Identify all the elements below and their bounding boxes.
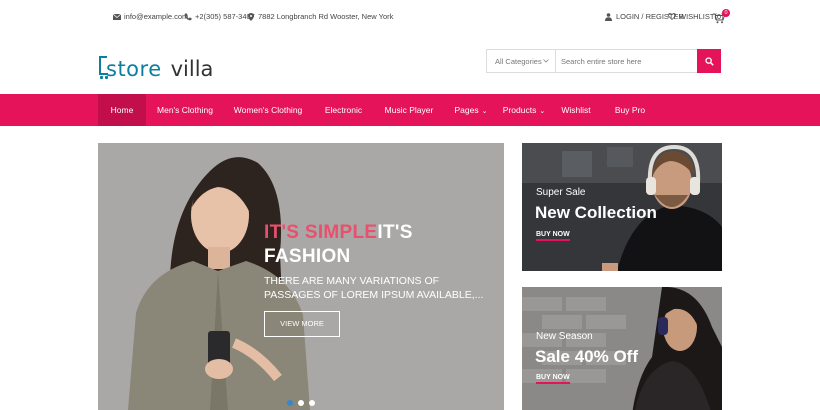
nav-item-wishlist[interactable]: Wishlist — [560, 94, 592, 126]
hero-slider[interactable]: IT'S SIMPLEIT'S FASHION THERE ARE MANY V… — [98, 143, 504, 410]
top-bar: info@example.com +2(305) 587-3407 7882 L… — [0, 0, 820, 36]
banner-2-buy-now-link[interactable]: BUY NOW — [536, 374, 570, 384]
banner-1-kicker: Super Sale — [536, 187, 586, 198]
heart-icon — [667, 12, 676, 21]
envelope-icon — [112, 12, 121, 21]
banner-2-title: Sale 40% Off — [535, 347, 638, 366]
hero-subtitle: THERE ARE MANY VARIATIONS OF PASSAGES OF… — [264, 275, 484, 301]
hero-title-line2: FASHION — [264, 246, 351, 267]
category-select[interactable]: All Categories — [487, 50, 556, 72]
map-pin-icon — [246, 12, 255, 21]
nav-item-products[interactable]: Products ⌄ — [502, 94, 546, 126]
email-text: info@example.com — [124, 12, 189, 21]
banner-2-kicker: New Season — [536, 331, 593, 342]
search-icon — [704, 56, 714, 66]
store-logo[interactable]: store villa — [97, 50, 213, 80]
promo-banner-new-collection[interactable]: Super Sale New Collection BUY NOW — [522, 143, 722, 271]
address-text: 7882 Longbranch Rd Wooster, New York — [258, 12, 394, 21]
nav-item-music-player[interactable]: Music Player — [383, 94, 435, 126]
category-select-value: All Categories — [495, 56, 542, 66]
nav-item-home[interactable]: Home — [98, 94, 146, 126]
address-contact: 7882 Longbranch Rd Wooster, New York — [246, 12, 393, 21]
chevron-down-icon — [543, 59, 549, 63]
phone-icon — [183, 12, 192, 21]
hero-title: IT'S SIMPLEIT'S FASHION — [264, 221, 413, 269]
search-input[interactable] — [556, 50, 697, 72]
slider-dot-1[interactable] — [287, 400, 293, 406]
chevron-down-icon: ⌄ — [481, 108, 488, 115]
main-navigation: Home Men's Clothing Women's Clothing Ele… — [0, 94, 820, 126]
user-icon — [604, 12, 613, 21]
cart-count-badge: 0 — [722, 9, 730, 17]
logo-text-villa: villa — [170, 57, 214, 81]
view-more-button[interactable]: VIEW MORE — [264, 311, 340, 337]
chevron-down-icon: ⌄ — [539, 108, 546, 115]
banner-1-buy-now-link[interactable]: BUY NOW — [536, 231, 570, 241]
promo-banner-sale-40-off[interactable]: New Season Sale 40% Off BUY NOW — [522, 287, 722, 410]
hero-title-rest: IT'S — [377, 222, 413, 243]
hero-title-highlight: IT'S SIMPLE — [264, 222, 378, 243]
nav-item-buy-pro[interactable]: Buy Pro — [613, 94, 647, 126]
nav-item-womens-clothing[interactable]: Women's Clothing — [232, 94, 304, 126]
search-button[interactable] — [697, 49, 721, 73]
slider-dots — [287, 400, 315, 406]
nav-item-electronic[interactable]: Electronic — [321, 94, 366, 126]
nav-item-mens-clothing[interactable]: Men's Clothing — [154, 94, 216, 126]
slider-dot-3[interactable] — [309, 400, 315, 406]
slider-dot-2[interactable] — [298, 400, 304, 406]
phone-contact[interactable]: +2(305) 587-3407 — [183, 12, 255, 21]
nav-item-pages[interactable]: Pages ⌄ — [454, 94, 488, 126]
search-bar: All Categories — [486, 49, 721, 73]
email-contact[interactable]: info@example.com — [112, 12, 188, 21]
banner-1-title: New Collection — [535, 203, 657, 222]
logo-text-store: store — [106, 57, 162, 81]
